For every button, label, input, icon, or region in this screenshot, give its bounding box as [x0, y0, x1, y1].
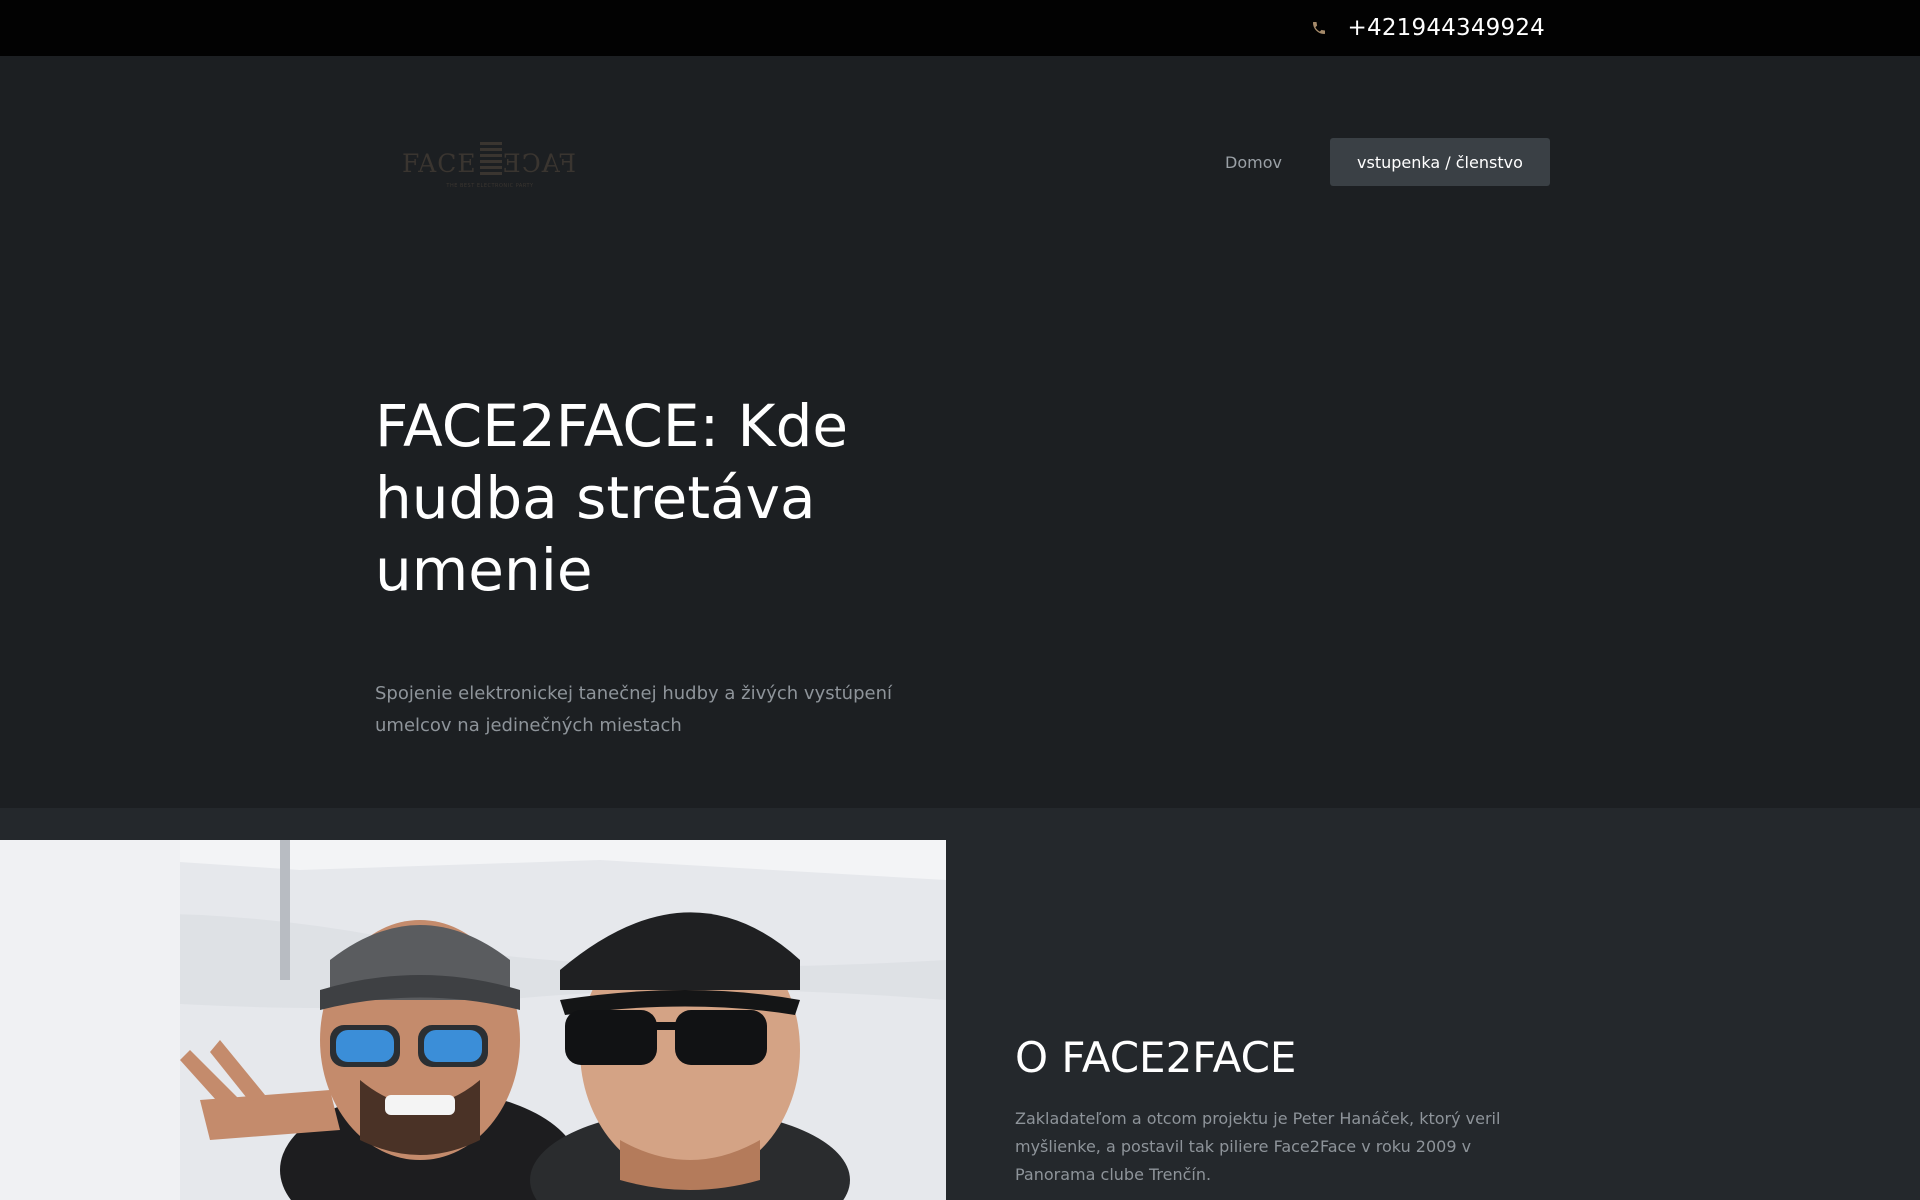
phone-contact[interactable]: +421944349924 — [1310, 0, 1545, 56]
hero-title: FACE2FACE: Kde hudba stretáva umenie — [375, 392, 849, 604]
ticket-membership-button[interactable]: vstupenka / členstvo — [1329, 138, 1550, 186]
phone-number[interactable]: +421944349924 — [1348, 15, 1545, 41]
phone-icon — [1310, 19, 1328, 37]
about-text: Zakladateľom a otcom projektu je Peter H… — [1015, 1109, 1501, 1184]
site-logo[interactable]: FACE FACE THE BEST ELECTRONIC PARTY — [400, 134, 580, 194]
about-section: O FACE2FACE Zakladateľom a otcom projekt… — [0, 808, 1920, 1200]
hero-subtitle: Spojenie elektronickej tanečnej hudby a … — [375, 683, 892, 736]
nav-home-link[interactable]: Domov — [1225, 153, 1282, 172]
founders-photo — [0, 840, 946, 1200]
logo-text-left: FACE — [402, 149, 477, 178]
logo-tagline: THE BEST ELECTRONIC PARTY — [445, 183, 534, 189]
about-title: O FACE2FACE — [1015, 1033, 1297, 1082]
hero-header: FACE FACE THE BEST ELECTRONIC PARTY Domo… — [0, 56, 1920, 808]
main-nav: Domov vstupenka / členstvo — [1225, 138, 1550, 186]
face2face-logo: FACE FACE THE BEST ELECTRONIC PARTY — [402, 142, 576, 189]
top-bar: +421944349924 — [0, 0, 1920, 56]
logo-text-right: FACE — [501, 149, 576, 178]
